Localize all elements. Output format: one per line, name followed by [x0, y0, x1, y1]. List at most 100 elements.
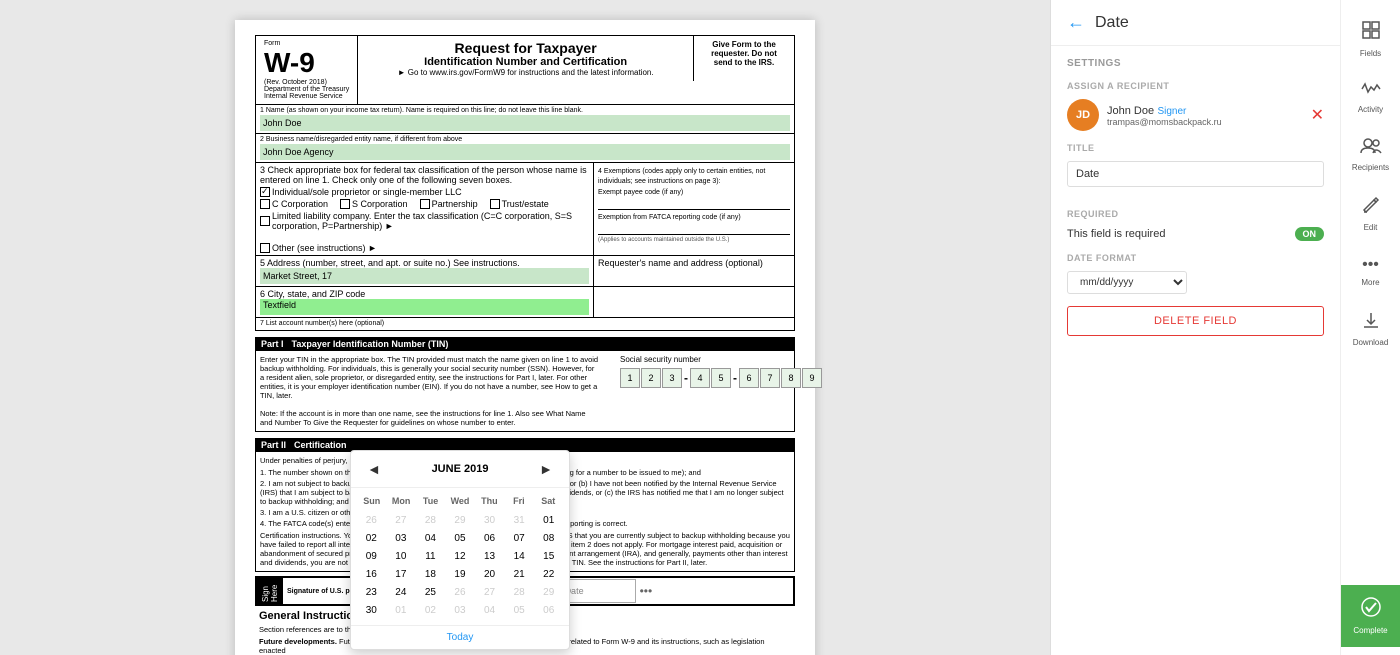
trust-checkbox[interactable]	[490, 199, 500, 209]
cal-day[interactable]: 11	[416, 548, 445, 565]
form-goto: ► Go to www.irs.gov/FormW9 for instructi…	[362, 68, 689, 77]
cal-day[interactable]: 12	[446, 548, 475, 565]
cal-day[interactable]: 05	[505, 602, 534, 619]
other-checkbox[interactable]	[260, 243, 270, 253]
cal-day[interactable]: 27	[475, 584, 504, 601]
cal-day[interactable]: 19	[446, 566, 475, 583]
cal-day[interactable]: 13	[475, 548, 504, 565]
form-dept1: Department of the Treasury	[264, 86, 349, 93]
toolbar-recipients[interactable]: Recipients	[1341, 126, 1400, 184]
cal-day[interactable]: 02	[357, 530, 386, 547]
calendar-today-btn[interactable]: Today	[351, 625, 569, 649]
ssn-box-1[interactable]: 1	[620, 368, 640, 388]
calendar-prev-btn[interactable]: ◄	[361, 459, 387, 479]
cal-day[interactable]: 24	[387, 584, 416, 601]
toolbar-complete[interactable]: Complete	[1341, 585, 1400, 647]
cal-day[interactable]: 03	[387, 530, 416, 547]
cal-day[interactable]: 20	[475, 566, 504, 583]
ssn-box-7[interactable]: 7	[760, 368, 780, 388]
toolbar-activity[interactable]: Activity	[1341, 70, 1400, 126]
scorp-checkbox[interactable]	[340, 199, 350, 209]
cal-day[interactable]: 03	[446, 602, 475, 619]
cal-day[interactable]: 23	[357, 584, 386, 601]
cal-day[interactable]: 22	[534, 566, 563, 583]
ssn-box-9[interactable]: 9	[802, 368, 822, 388]
cal-day[interactable]: 06	[475, 530, 504, 547]
cal-day[interactable]: 26	[357, 512, 386, 529]
cal-day[interactable]: 07	[505, 530, 534, 547]
cal-day[interactable]: 14	[505, 548, 534, 565]
cal-day[interactable]: 15	[534, 548, 563, 565]
toolbar-download[interactable]: Download	[1341, 299, 1400, 359]
assign-recipient-label: ASSIGN A RECIPIENT	[1067, 81, 1324, 91]
ssn-box-8[interactable]: 8	[781, 368, 801, 388]
calendar-next-btn[interactable]: ►	[533, 459, 559, 479]
recipient-row: JD John Doe Signer trampas@momsbackpack.…	[1067, 99, 1324, 131]
checkbox-trust[interactable]: Trust/estate	[490, 199, 549, 209]
field5-area: 5 Address (number, street, and apt. or s…	[256, 256, 594, 286]
field7-row: 7 List account number(s) here (optional)	[256, 318, 794, 330]
cal-day[interactable]: 17	[387, 566, 416, 583]
cal-day[interactable]: 16	[357, 566, 386, 583]
date-format-select[interactable]: mm/dd/yyyy	[1067, 271, 1187, 294]
field1-input[interactable]	[260, 115, 790, 131]
checkbox-other[interactable]: Other (see instructions) ►	[260, 243, 589, 253]
cal-day[interactable]: 05	[446, 530, 475, 547]
ssn-box-3[interactable]: 3	[662, 368, 682, 388]
ssn-sep1: -	[684, 371, 688, 385]
cal-day[interactable]: 04	[416, 530, 445, 547]
llc-label: Limited liability company. Enter the tax…	[272, 211, 589, 231]
title-input[interactable]	[1067, 161, 1324, 187]
panel-content: SETTINGS ASSIGN A RECIPIENT JD John Doe …	[1051, 46, 1340, 655]
cal-day[interactable]: 27	[387, 512, 416, 529]
toolbar-edit[interactable]: Edit	[1341, 184, 1400, 244]
cal-day[interactable]: 28	[416, 512, 445, 529]
field6-value[interactable]: Textfield	[260, 299, 589, 315]
ssn-box-4[interactable]: 4	[690, 368, 710, 388]
toolbar-more[interactable]: ••• More	[1341, 244, 1400, 299]
field2-input[interactable]	[260, 144, 790, 160]
cal-day[interactable]: 31	[505, 512, 534, 529]
ssn-box-6[interactable]: 6	[739, 368, 759, 388]
llc-checkbox[interactable]	[260, 216, 270, 226]
cal-day[interactable]: 06	[534, 602, 563, 619]
field2-row: 2 Business name/disregarded entity name,…	[256, 134, 794, 163]
checkbox-ccorp[interactable]: C Corporation	[260, 199, 328, 209]
cal-day[interactable]: 02	[416, 602, 445, 619]
back-button[interactable]: ←	[1067, 12, 1085, 33]
cal-day[interactable]: 01	[534, 512, 563, 529]
toolbar-fields[interactable]: Fields	[1341, 8, 1400, 70]
cal-day[interactable]: 18	[416, 566, 445, 583]
remove-recipient-btn[interactable]: ✕	[1311, 105, 1324, 125]
ssn-box-5[interactable]: 5	[711, 368, 731, 388]
cal-day[interactable]: 25	[416, 584, 445, 601]
checkbox-llc[interactable]: Limited liability company. Enter the tax…	[260, 211, 589, 231]
cal-day[interactable]: 29	[534, 584, 563, 601]
field6-split: 6 City, state, and ZIP code Textfield	[256, 287, 794, 318]
recipients-icon	[1360, 138, 1382, 159]
ssn-box-2[interactable]: 2	[641, 368, 661, 388]
partnership-checkbox[interactable]	[420, 199, 430, 209]
cal-day[interactable]: 04	[475, 602, 504, 619]
cal-day[interactable]: 10	[387, 548, 416, 565]
checkbox-partnership[interactable]: Partnership	[420, 199, 478, 209]
delete-field-btn[interactable]: DELETE FIELD	[1067, 306, 1324, 336]
form-label: Form	[264, 40, 349, 47]
cal-day[interactable]: 30	[357, 602, 386, 619]
cal-day[interactable]: 29	[446, 512, 475, 529]
checkbox-individual[interactable]: Individual/sole proprietor or single-mem…	[260, 187, 462, 197]
toggle-on[interactable]: ON	[1295, 227, 1325, 241]
cal-day[interactable]: 09	[357, 548, 386, 565]
cal-day[interactable]: 30	[475, 512, 504, 529]
cal-day[interactable]: 26	[446, 584, 475, 601]
cal-day[interactable]: 28	[505, 584, 534, 601]
ccorp-checkbox[interactable]	[260, 199, 270, 209]
checkbox-scorp[interactable]: S Corporation	[340, 199, 408, 209]
field5-input[interactable]	[260, 268, 589, 284]
cal-day[interactable]: 01	[387, 602, 416, 619]
cal-day[interactable]: 21	[505, 566, 534, 583]
form-subtitle: Identification Number and Certification	[362, 56, 689, 68]
cal-day[interactable]: 08	[534, 530, 563, 547]
more-dots-sign[interactable]: •••	[640, 584, 653, 598]
individual-checkbox[interactable]	[260, 187, 270, 197]
